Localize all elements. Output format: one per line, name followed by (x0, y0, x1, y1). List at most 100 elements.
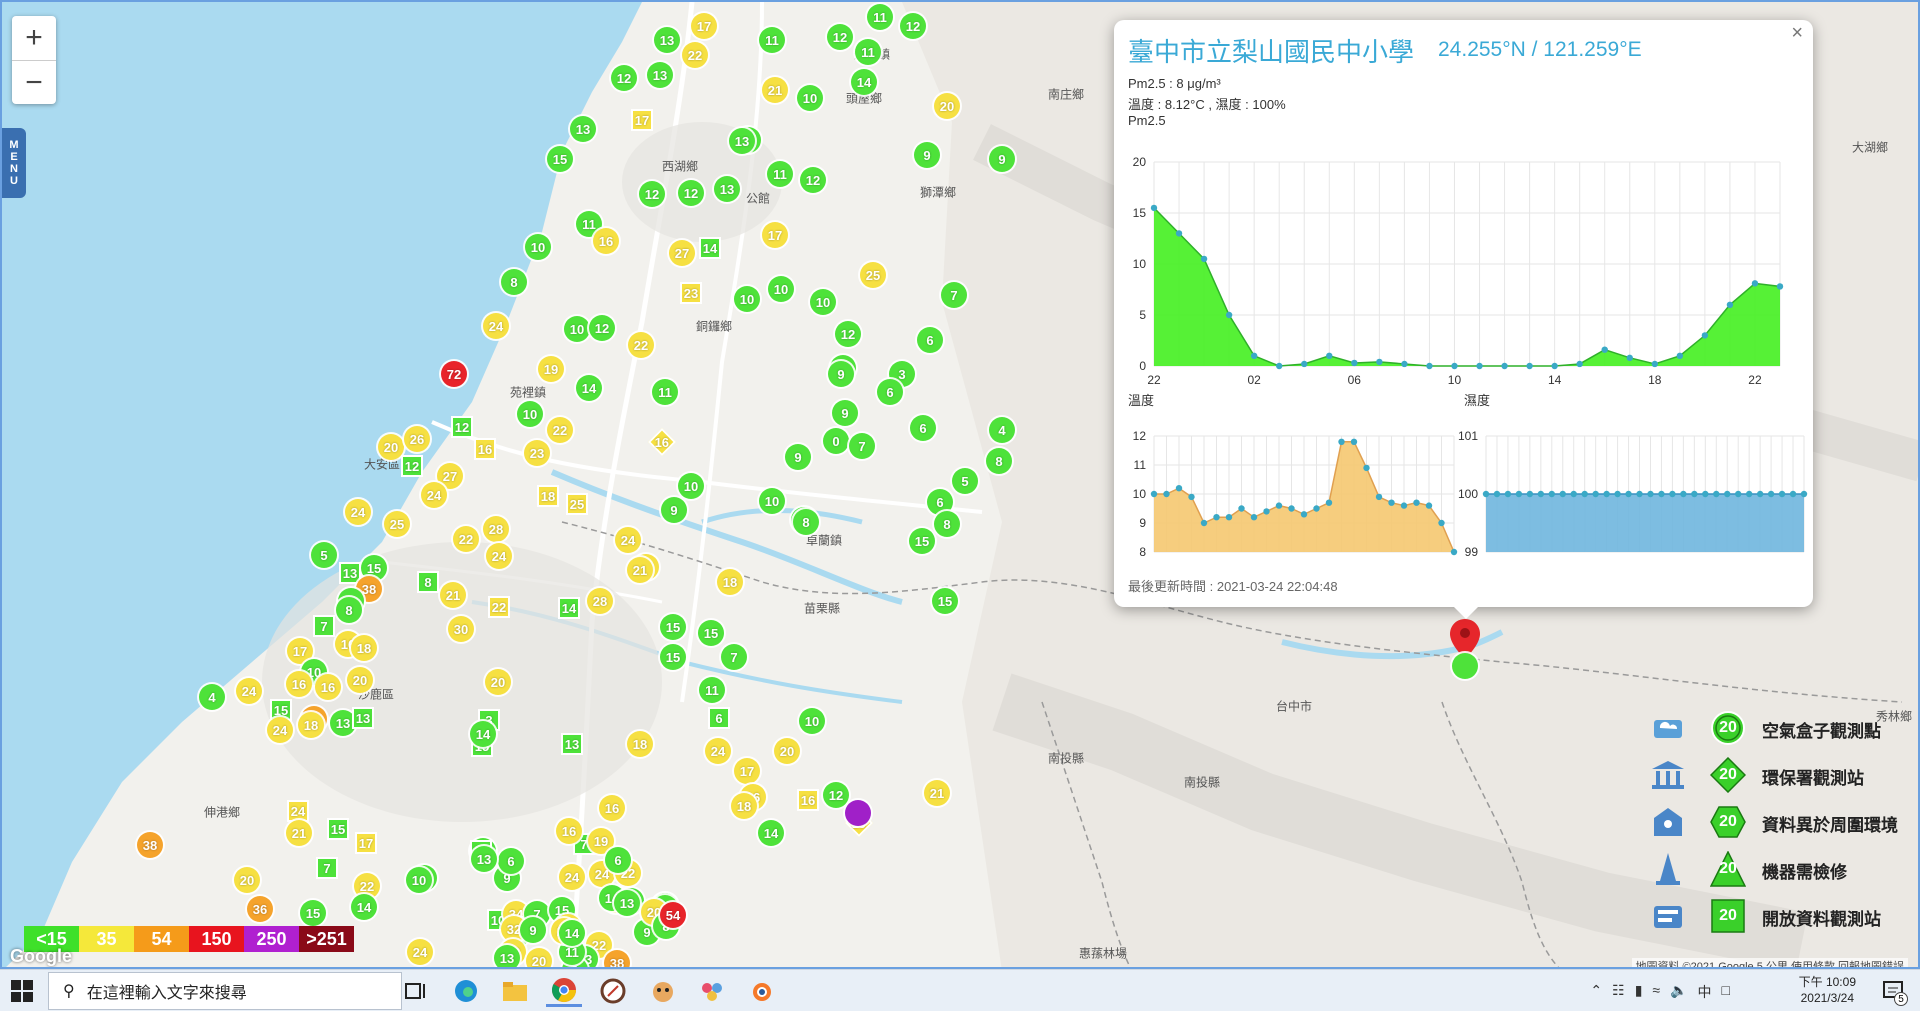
station-marker[interactable]: 11 (652, 379, 678, 405)
station-marker[interactable]: 10 (525, 234, 551, 260)
station-marker[interactable]: 16 (474, 438, 496, 460)
station-marker[interactable]: 14 (576, 375, 602, 401)
chrome-browser-icon[interactable] (546, 975, 582, 1007)
selected-station-marker[interactable] (1452, 653, 1478, 679)
station-marker[interactable]: 12 (835, 321, 861, 347)
station-marker[interactable]: 15 (547, 146, 573, 172)
station-marker[interactable]: 6 (605, 847, 631, 873)
station-marker[interactable]: 17 (762, 222, 788, 248)
station-marker[interactable]: 10 (797, 85, 823, 111)
station-marker[interactable]: 10 (799, 708, 825, 734)
mascot-app-icon[interactable] (645, 975, 681, 1007)
station-marker[interactable]: 15 (909, 528, 935, 554)
station-marker[interactable]: 10 (810, 289, 836, 315)
popup-close-button[interactable]: × (1791, 22, 1803, 45)
station-marker[interactable]: 8 (934, 511, 960, 537)
station-marker[interactable]: 10 (759, 488, 785, 514)
station-marker[interactable]: 72 (441, 361, 467, 387)
station-marker[interactable]: 17 (631, 109, 653, 131)
station-marker[interactable]: 14 (558, 597, 580, 619)
station-marker[interactable]: 4 (989, 417, 1015, 443)
station-marker[interactable]: 10 (734, 286, 760, 312)
station-marker[interactable]: 6 (708, 707, 730, 729)
station-marker[interactable]: 22 (547, 417, 573, 443)
station-marker[interactable]: 21 (762, 77, 788, 103)
station-marker[interactable]: 6 (498, 848, 524, 874)
file-explorer-icon[interactable] (497, 975, 533, 1007)
station-marker[interactable]: 11 (867, 4, 893, 30)
station-marker[interactable]: 28 (483, 516, 509, 542)
station-marker[interactable]: 24 (267, 717, 293, 743)
station-marker[interactable]: 9 (914, 142, 940, 168)
taskbar-search-box[interactable]: ⚲ 在這裡輸入文字來搜尋 (48, 972, 402, 1010)
station-marker[interactable]: 25 (566, 493, 588, 515)
station-marker[interactable]: 14 (851, 69, 877, 95)
station-marker[interactable]: 14 (758, 820, 784, 846)
station-marker[interactable]: 10 (517, 401, 543, 427)
station-marker[interactable] (845, 800, 871, 826)
molecule-app-icon[interactable] (694, 975, 730, 1007)
station-marker[interactable]: 18 (731, 793, 757, 819)
station-marker[interactable]: 5 (311, 542, 337, 568)
station-marker[interactable]: 14 (470, 721, 496, 747)
station-marker[interactable]: 10 (768, 276, 794, 302)
station-marker[interactable]: 8 (986, 448, 1012, 474)
station-marker[interactable]: 10 (678, 473, 704, 499)
station-marker[interactable]: 6 (910, 415, 936, 441)
station-marker[interactable]: 15 (300, 900, 326, 926)
station-marker[interactable]: 18 (351, 635, 377, 661)
station-marker[interactable]: 16 (599, 795, 625, 821)
station-marker[interactable]: 21 (924, 780, 950, 806)
station-marker[interactable]: 13 (654, 27, 680, 53)
station-marker[interactable]: 13 (494, 945, 520, 967)
station-marker[interactable]: 9 (661, 497, 687, 523)
task-view-icon[interactable] (398, 975, 434, 1007)
network-icon[interactable]: ≈ (1652, 982, 1660, 1002)
station-marker[interactable]: 9 (832, 400, 858, 426)
station-marker[interactable]: 12 (611, 65, 637, 91)
station-marker[interactable]: 6 (917, 327, 943, 353)
edge-browser-icon[interactable] (448, 975, 484, 1007)
station-marker[interactable]: 18 (298, 712, 324, 738)
station-marker[interactable]: 54 (660, 902, 686, 928)
station-marker[interactable]: 15 (327, 818, 349, 840)
meet-now-icon[interactable]: ☷ (1612, 982, 1625, 1002)
station-marker[interactable]: 12 (827, 24, 853, 50)
station-marker[interactable]: 24 (236, 678, 262, 704)
station-marker[interactable]: 11 (699, 677, 725, 703)
station-marker[interactable]: 18 (717, 569, 743, 595)
station-marker[interactable]: 7 (849, 433, 875, 459)
station-marker[interactable]: 18 (627, 731, 653, 757)
station-marker[interactable]: 19 (538, 356, 564, 382)
station-marker[interactable]: 24 (421, 482, 447, 508)
station-marker[interactable]: 20 (526, 948, 552, 967)
station-marker[interactable]: 38 (137, 832, 163, 858)
station-marker[interactable]: 9 (785, 444, 811, 470)
station-marker[interactable]: 13 (714, 176, 740, 202)
station-marker[interactable]: 7 (316, 857, 338, 879)
station-marker[interactable]: 14 (351, 894, 377, 920)
station-marker[interactable]: 22 (453, 526, 479, 552)
station-marker[interactable]: 11 (759, 27, 785, 53)
station-marker[interactable]: 24 (287, 800, 309, 822)
station-marker[interactable]: 16 (556, 818, 582, 844)
station-marker[interactable]: 24 (705, 738, 731, 764)
station-marker[interactable]: 9 (520, 917, 546, 943)
zoom-out-button[interactable]: − (12, 60, 56, 104)
station-marker[interactable]: 18 (537, 485, 559, 507)
map-canvas[interactable]: 通霄鎮南庄鄉頭屋鄉西湖鄉獅潭鄉公館大湖鄉銅鑼鄉苑裡鎮大安區卓蘭鎮苗栗縣台中市沙鹿… (0, 0, 1920, 969)
station-marker[interactable]: 28 (587, 588, 613, 614)
station-marker[interactable]: 12 (800, 167, 826, 193)
station-marker[interactable]: 8 (501, 269, 527, 295)
station-marker[interactable]: 36 (247, 896, 273, 922)
station-marker[interactable]: 20 (934, 93, 960, 119)
station-marker[interactable]: 38 (604, 950, 630, 967)
station-marker[interactable]: 10 (406, 867, 432, 893)
station-marker[interactable]: 24 (559, 864, 585, 890)
station-marker[interactable]: 24 (486, 543, 512, 569)
station-marker[interactable]: 13 (570, 116, 596, 142)
map-attribution[interactable]: 地圖資料 ©2021 Google 5 公里 使用條款 回報地圖錯誤 (1631, 958, 1908, 967)
station-marker[interactable]: 21 (440, 582, 466, 608)
compass-app-icon[interactable] (595, 975, 631, 1007)
station-marker[interactable]: 9 (828, 361, 854, 387)
